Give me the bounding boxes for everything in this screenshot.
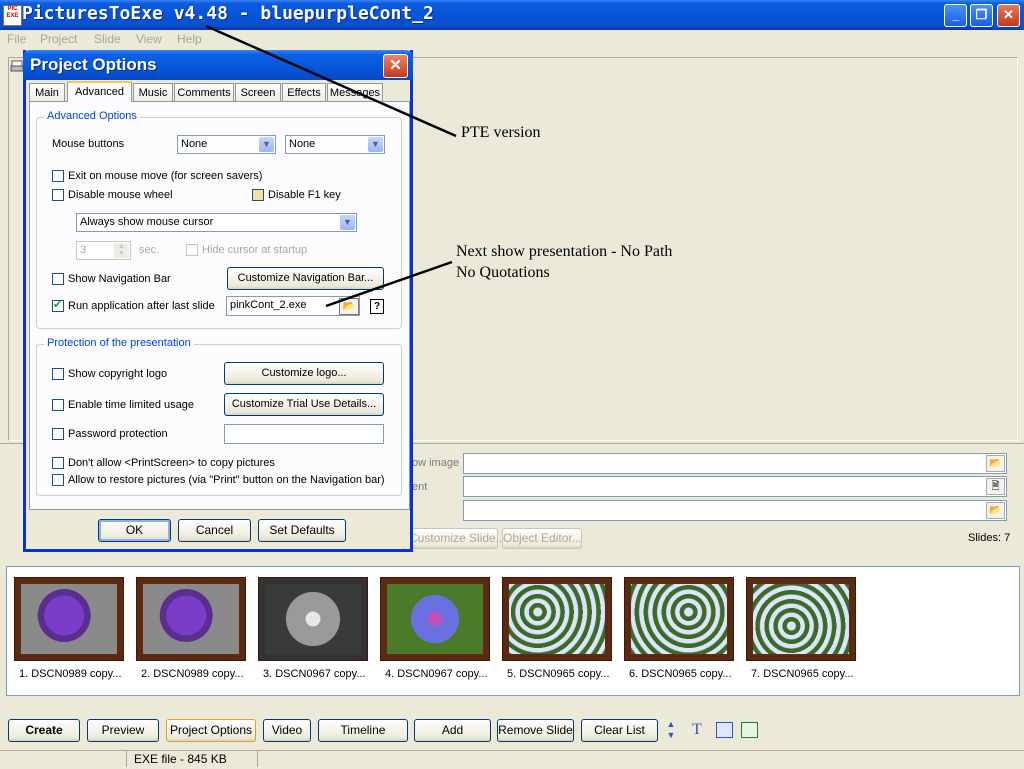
annotation-arrow-pte <box>205 24 457 138</box>
annotation-arrow-next-show <box>325 260 453 308</box>
annotation-next-show-line2: No Quotations <box>456 264 550 281</box>
annotation-pte-version: PTE version <box>461 124 541 141</box>
annotation-arrows <box>205 24 457 308</box>
tab-advanced[interactable]: Advanced <box>67 81 132 102</box>
annotation-next-show-line1: Next show presentation - No Path <box>456 243 673 260</box>
